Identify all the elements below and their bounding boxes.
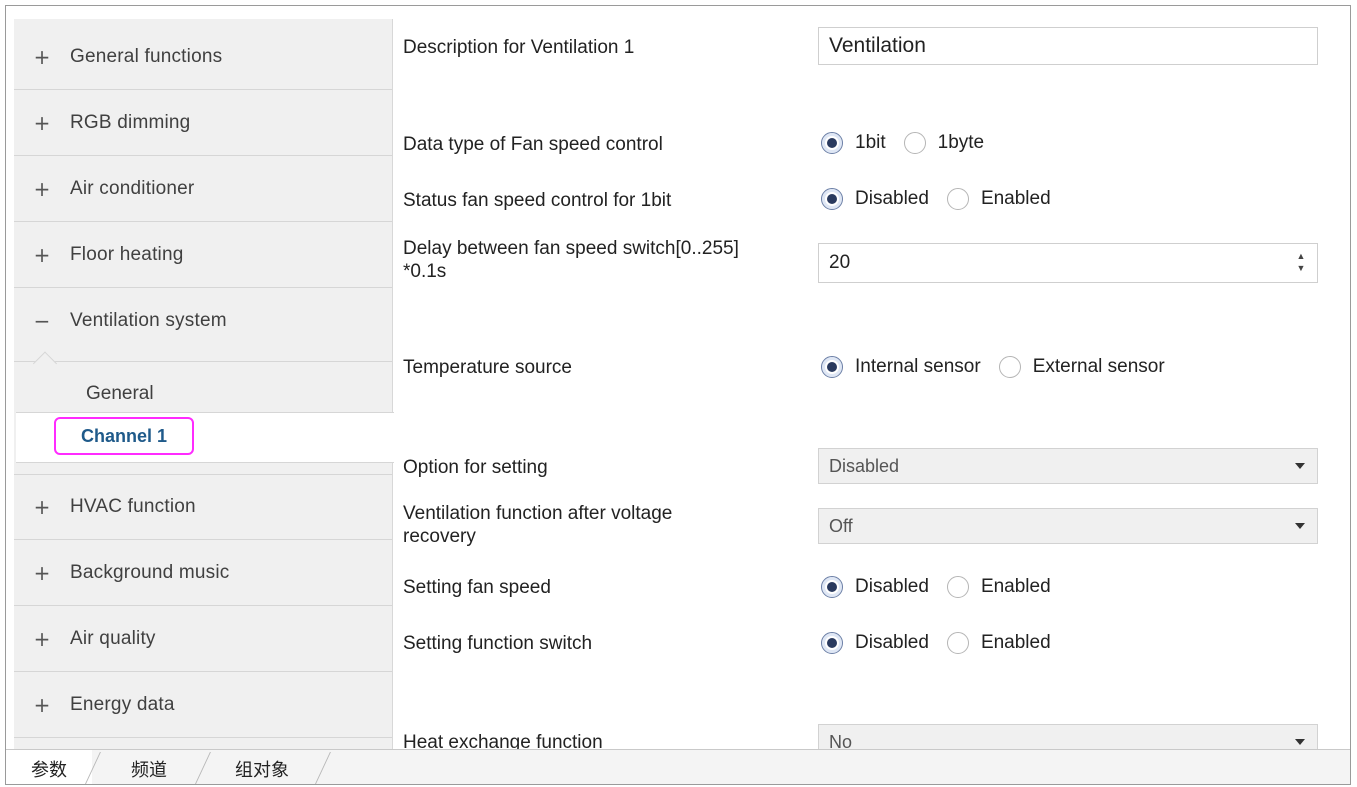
function-switch-disabled-radio[interactable]: Disabled: [821, 632, 929, 654]
delay-label-line1: Delay between fan speed switch[0..255]: [403, 238, 739, 259]
radio-label: Internal sensor: [855, 356, 981, 377]
stepper-arrows-icon[interactable]: ▲ ▼: [1295, 250, 1307, 274]
chevron-down-icon: [1295, 523, 1305, 529]
sidebar-item-label: Ventilation system: [70, 310, 227, 331]
option-setting-select[interactable]: Disabled: [818, 448, 1318, 484]
tab-group-objects[interactable]: 组对象: [212, 750, 312, 784]
temp-external-radio[interactable]: External sensor: [998, 356, 1165, 378]
radio-checked-icon: [821, 576, 843, 598]
fan-speed-label: Setting fan speed: [403, 577, 551, 598]
sidebar-item-general-functions[interactable]: + General functions: [14, 24, 392, 90]
vent-label-line1: Ventilation function after voltage: [403, 503, 673, 524]
sidebar-item-label: Air conditioner: [70, 177, 195, 199]
radio-label: Disabled: [855, 576, 929, 597]
function-switch-radio-group: Disabled Enabled: [821, 632, 1069, 654]
select-value: Off: [829, 515, 853, 536]
sidebar-subitem-label: General: [86, 382, 154, 404]
sidebar-item-background-music[interactable]: + Background music: [14, 540, 392, 606]
radio-label: Enabled: [980, 576, 1051, 597]
sidebar-item-label: Air quality: [70, 627, 156, 649]
function-switch-enabled-radio[interactable]: Enabled: [946, 632, 1051, 654]
status-label: Status fan speed control for 1bit: [403, 190, 672, 211]
sidebar-item-label: General functions: [70, 45, 223, 67]
radio-unchecked-icon: [946, 576, 969, 598]
status-disabled-radio[interactable]: Disabled: [821, 188, 929, 210]
chevron-down-icon: [1295, 463, 1305, 469]
radio-label: Disabled: [855, 632, 929, 653]
sidebar-subitem-channel-1[interactable]: Channel 1: [16, 412, 394, 463]
selected-channel-highlight[interactable]: Channel 1: [54, 417, 194, 455]
expand-icon: +: [33, 110, 51, 135]
status-enabled-radio[interactable]: Enabled: [946, 188, 1051, 210]
radio-label: External sensor: [1032, 356, 1165, 377]
sidebar-item-floor-heating[interactable]: + Floor heating: [14, 222, 392, 288]
description-label: Description for Ventilation 1: [403, 37, 635, 58]
radio-label: 1bit: [855, 132, 886, 153]
fan-speed-radio-group: Disabled Enabled: [821, 576, 1069, 598]
radio-unchecked-icon: [946, 632, 969, 654]
datatype-radio-group: 1bit 1byte: [821, 132, 1002, 154]
vent-recovery-select[interactable]: Off: [818, 508, 1318, 544]
temp-source-label: Temperature source: [403, 357, 572, 378]
expand-icon: +: [33, 495, 51, 519]
sidebar-item-air-quality[interactable]: + Air quality: [14, 606, 392, 672]
description-input[interactable]: Ventilation: [818, 27, 1318, 65]
radio-unchecked-icon: [903, 132, 926, 154]
sidebar-item-label: Background music: [70, 561, 230, 583]
fan-speed-disabled-radio[interactable]: Disabled: [821, 576, 929, 598]
function-switch-label: Setting function switch: [403, 633, 593, 654]
radio-checked-icon: [821, 632, 843, 654]
radio-label: Enabled: [980, 632, 1051, 653]
sidebar-item-label: HVAC function: [70, 496, 196, 517]
sidebar-item-rgb-dimming[interactable]: + RGB dimming: [14, 90, 392, 156]
temp-source-radio-group: Internal sensor External sensor: [821, 356, 1183, 378]
radio-checked-icon: [821, 132, 843, 154]
tab-parameters[interactable]: 参数: [6, 750, 92, 784]
tab-separator: [194, 752, 211, 784]
vent-label-line2: recovery: [403, 526, 476, 547]
expand-icon: +: [33, 560, 51, 585]
expand-icon: +: [33, 44, 51, 69]
temp-internal-radio[interactable]: Internal sensor: [821, 356, 981, 378]
fan-speed-enabled-radio[interactable]: Enabled: [946, 576, 1051, 598]
bottom-tab-bar: 参数 频道 组对象: [6, 749, 1350, 784]
radio-label: Disabled: [855, 188, 929, 209]
expand-icon: +: [33, 242, 51, 267]
datatype-1bit-radio[interactable]: 1bit: [821, 132, 886, 154]
radio-unchecked-icon: [998, 356, 1021, 378]
sidebar-item-ventilation-system[interactable]: − Ventilation system: [14, 288, 392, 354]
window-frame: + General functions + RGB dimming + Air …: [5, 5, 1351, 785]
sidebar-item-air-conditioner[interactable]: + Air conditioner: [14, 156, 392, 222]
expand-icon: +: [33, 176, 51, 201]
status-radio-group: Disabled Enabled: [821, 188, 1069, 210]
expand-icon: +: [33, 692, 51, 717]
collapse-icon: −: [33, 309, 51, 333]
datatype-label: Data type of Fan speed control: [403, 134, 663, 155]
description-value: Ventilation: [829, 34, 926, 57]
sidebar-item-label: Energy data: [70, 693, 175, 715]
sidebar-item-energy-data[interactable]: + Energy data: [14, 672, 392, 738]
radio-label: Enabled: [980, 188, 1051, 209]
radio-checked-icon: [821, 188, 843, 210]
sidebar-item-label: RGB dimming: [70, 111, 191, 133]
option-setting-label: Option for setting: [403, 457, 548, 478]
select-value: Disabled: [829, 455, 900, 476]
radio-checked-icon: [821, 356, 843, 378]
radio-unchecked-icon: [946, 188, 969, 210]
tab-channels[interactable]: 频道: [106, 750, 192, 784]
chevron-down-icon: [1295, 739, 1305, 745]
expand-icon: +: [33, 626, 51, 651]
radio-label: 1byte: [937, 132, 985, 153]
sidebar-item-hvac-function[interactable]: + HVAC function: [14, 474, 392, 540]
vent-recovery-label: Ventilation function after voltage recov…: [403, 502, 672, 548]
sidebar-item-label: Floor heating: [70, 243, 184, 265]
delay-stepper[interactable]: 20 ▲ ▼: [818, 243, 1318, 283]
datatype-1byte-radio[interactable]: 1byte: [903, 132, 985, 154]
tab-separator: [314, 752, 331, 784]
delay-label-line2: *0.1s: [403, 261, 447, 282]
sidebar: + General functions + RGB dimming + Air …: [14, 19, 393, 754]
delay-label: Delay between fan speed switch[0..255] *…: [403, 237, 739, 283]
delay-value: 20: [829, 252, 851, 273]
